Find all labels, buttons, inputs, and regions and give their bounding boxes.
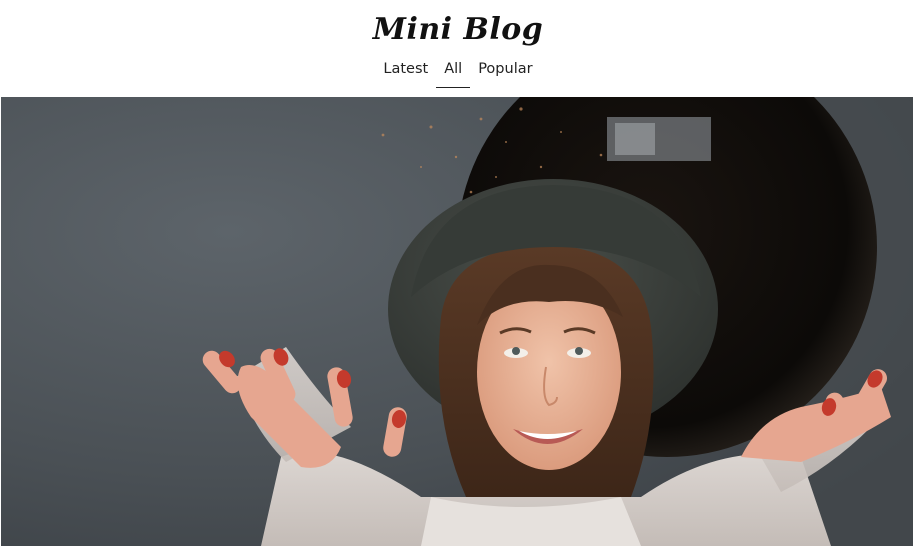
- main-nav: Latest All Popular: [0, 57, 916, 88]
- hero-image: [1, 97, 913, 546]
- site-header: Mini Blog Latest All Popular: [0, 0, 916, 97]
- nav-item-all[interactable]: All: [436, 57, 471, 88]
- nav-item-popular[interactable]: Popular: [470, 57, 540, 88]
- nav-item-latest[interactable]: Latest: [375, 57, 436, 88]
- site-logo[interactable]: Mini Blog: [0, 8, 916, 52]
